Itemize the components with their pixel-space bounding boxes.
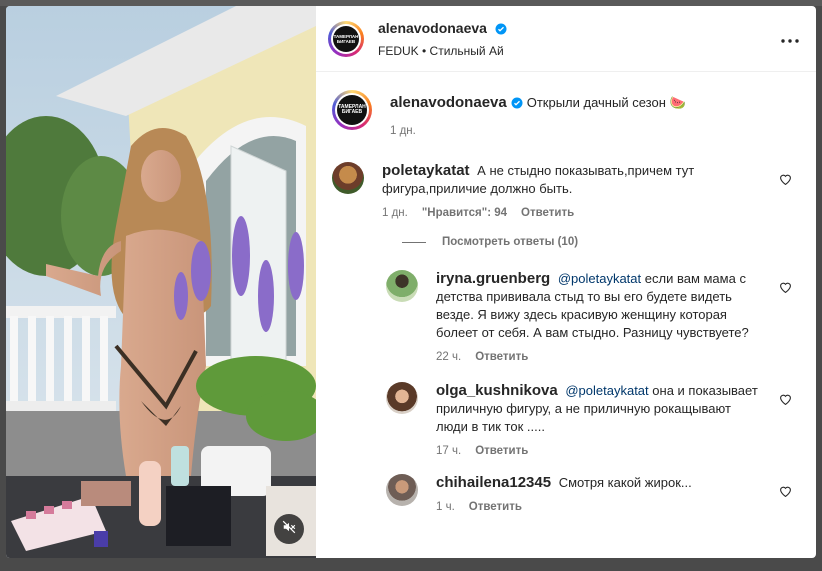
- reply-button[interactable]: Ответить: [469, 498, 522, 516]
- caption-time: 1 дн.: [390, 125, 416, 137]
- mute-toggle-button[interactable]: [274, 514, 304, 544]
- heart-outline-icon[interactable]: [779, 484, 792, 502]
- reply-item: olga_kushnikova @poletaykatat она и пока…: [386, 382, 800, 460]
- mention-link[interactable]: @poletaykatat: [565, 383, 648, 398]
- reply-username[interactable]: chihailena12345: [436, 474, 551, 491]
- audio-track-link[interactable]: FEDUK • Стильный Ай: [378, 44, 778, 58]
- post-video[interactable]: [6, 6, 316, 558]
- author-username[interactable]: alenavodonaeva: [378, 20, 487, 36]
- avatar-text: БИГАЕВ: [341, 109, 363, 115]
- replies-list: iryna.gruenberg @poletaykatat если вам м…: [386, 270, 800, 516]
- reply-button[interactable]: Ответить: [475, 348, 528, 366]
- more-options-icon: [781, 30, 799, 48]
- more-options-button[interactable]: [778, 27, 802, 51]
- comment-time: 1 дн.: [382, 207, 408, 219]
- heart-outline-icon[interactable]: [779, 172, 792, 190]
- comment-username[interactable]: poletaykatat: [382, 162, 470, 179]
- caption-author-avatar[interactable]: ТАМЕРЛАН БИГАЕВ: [332, 90, 372, 130]
- verified-badge-icon: [495, 22, 507, 40]
- mention-link[interactable]: @poletaykatat: [558, 271, 641, 286]
- verified-badge-icon: [511, 96, 523, 114]
- reply-text: Смотря какой жирок...: [558, 475, 692, 490]
- heart-outline-icon[interactable]: [779, 280, 792, 298]
- reply-button[interactable]: Ответить: [475, 442, 528, 460]
- heart-outline-icon[interactable]: [779, 392, 792, 410]
- caption-text: Открыли дачный сезон 🍉: [526, 95, 686, 110]
- author-avatar[interactable]: ТАМЕРЛАН БИГАЕВ: [328, 20, 364, 57]
- avatar-text: БИГАЕВ: [336, 38, 356, 44]
- post-modal: ТАМЕРЛАН БИГАЕВ alenavodonaeva FEDUK • С…: [6, 6, 816, 558]
- reply-username[interactable]: olga_kushnikova: [436, 382, 558, 399]
- replier-avatar[interactable]: [386, 382, 418, 414]
- reply-time: 17 ч.: [436, 445, 462, 457]
- reply-time: 1 ч.: [436, 501, 455, 513]
- reply-item: iryna.gruenberg @poletaykatat если вам м…: [386, 270, 800, 366]
- comments-panel: ТАМЕРЛАН БИГАЕВ alenavodonaeva FEDUK • С…: [316, 6, 816, 558]
- post-header: ТАМЕРЛАН БИГАЕВ alenavodonaeva FEDUK • С…: [316, 6, 816, 72]
- muted-speaker-icon: [282, 520, 296, 539]
- comment-likes-count[interactable]: "Нравится": 94: [422, 204, 507, 222]
- view-replies-divider: [402, 241, 426, 243]
- replier-avatar[interactable]: [386, 270, 418, 302]
- comments-list[interactable]: ТАМЕРЛАН БИГАЕВ alenavodonaeva Открыли да…: [316, 72, 816, 558]
- view-replies-button[interactable]: Посмотреть ответы (10): [402, 236, 800, 248]
- reply-item: chihailena12345 Смотря какой жирок... 1 …: [386, 474, 800, 516]
- reply-username[interactable]: iryna.gruenberg: [436, 270, 550, 287]
- reply-button[interactable]: Ответить: [521, 204, 574, 222]
- video-frame: [6, 6, 316, 558]
- caption-username[interactable]: alenavodonaeva: [390, 94, 507, 111]
- replier-avatar[interactable]: [386, 474, 418, 506]
- caption: ТАМЕРЛАН БИГАЕВ alenavodonaeva Открыли да…: [332, 88, 800, 140]
- reply-time: 22 ч.: [436, 351, 462, 363]
- commenter-avatar[interactable]: [332, 162, 364, 194]
- comment-item: poletaykatat А не стыдно показывать,прич…: [332, 162, 800, 222]
- view-replies-label: Посмотреть ответы (10): [442, 236, 579, 248]
